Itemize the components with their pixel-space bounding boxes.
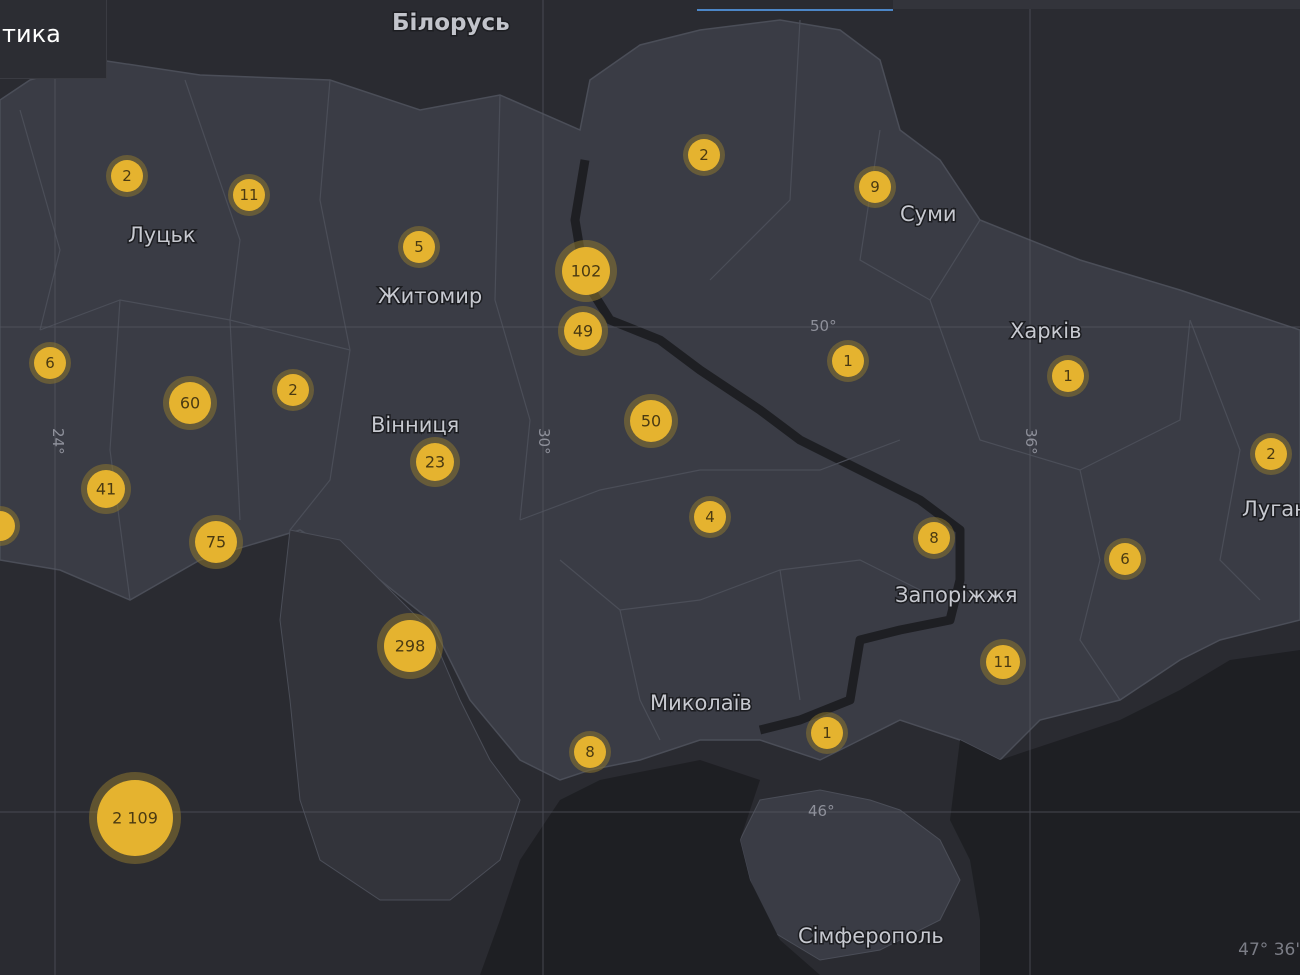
cluster-marker[interactable]: 1 (827, 340, 869, 382)
cluster-count: 102 (571, 262, 602, 281)
cluster-marker[interactable]: 4 (689, 496, 731, 538)
cluster-marker[interactable]: 2 (106, 155, 148, 197)
cluster-count: 60 (180, 394, 200, 413)
cluster-marker[interactable]: 50 (624, 394, 678, 448)
cluster-count: 6 (45, 354, 55, 372)
cluster-count: 8 (929, 529, 939, 547)
cluster-marker[interactable]: 75 (189, 515, 243, 569)
cluster-count: 4 (705, 508, 715, 526)
stats-panel[interactable]: тика (0, 0, 107, 79)
city-label-zhytomyr: Житомир (378, 284, 482, 308)
cluster-count: 298 (395, 637, 426, 656)
cluster-marker[interactable]: 41 (81, 464, 131, 514)
map-canvas[interactable]: 24° 30° 36° 50° 46° Білорусь Луцьк Житом… (0, 0, 1300, 975)
cluster-marker[interactable]: 8 (913, 517, 955, 559)
cluster-count: 50 (641, 412, 661, 431)
cluster-count: 2 (122, 167, 132, 185)
cluster-marker[interactable]: 5 (398, 226, 440, 268)
cluster-count: 5 (414, 238, 424, 256)
cluster-count: 1 (843, 352, 853, 370)
cluster-count: 41 (96, 480, 116, 499)
city-label-simferopol: Сімферополь (798, 924, 944, 948)
cluster-marker[interactable]: 2 (683, 134, 725, 176)
cluster-marker[interactable]: 8 (569, 731, 611, 773)
city-label-mykolaiv: Миколаїв (650, 691, 752, 715)
city-label-zaporizhzhia: Запоріжжя (895, 583, 1018, 607)
cluster-count: 2 (288, 381, 298, 399)
city-label-lutsk: Луцьк (128, 223, 196, 247)
cluster-marker[interactable]: 6 (1104, 538, 1146, 580)
cluster-marker[interactable]: 2 (1250, 433, 1292, 475)
cluster-count: 1 (822, 724, 832, 742)
country-label-belarus: Білорусь (392, 10, 510, 36)
coordinate-readout: 47° 36' (1238, 940, 1300, 960)
city-label-kharkiv: Харків (1010, 319, 1081, 343)
grid-label-lon36: 36° (1022, 428, 1040, 455)
cluster-count: 2 109 (112, 809, 158, 828)
cluster-marker[interactable]: 6 (29, 342, 71, 384)
cluster-count: 2 (1266, 445, 1276, 463)
cluster-marker[interactable]: 11 (228, 174, 270, 216)
city-label-luhansk: Луган (1242, 497, 1300, 521)
cluster-count: 11 (993, 653, 1012, 671)
grid-label-lat46: 46° (808, 802, 835, 820)
city-label-sumy: Суми (900, 202, 957, 226)
cluster-count: 9 (870, 178, 880, 196)
cluster-marker[interactable]: 60 (163, 376, 217, 430)
cluster-count: 75 (206, 533, 226, 552)
cluster-count: 2 (699, 146, 709, 164)
grid-label-lon24: 24° (49, 428, 67, 455)
cluster-count: 1 (1063, 367, 1073, 385)
panel-title: тика (2, 20, 61, 48)
cluster-marker[interactable]: 23 (410, 437, 460, 487)
cluster-marker[interactable]: 1 (1047, 355, 1089, 397)
city-label-vinnytsia: Вінниця (371, 413, 459, 437)
cluster-count: 8 (585, 743, 595, 761)
active-tab-indicator[interactable] (697, 0, 893, 11)
grid-label-lat50: 50° (810, 317, 837, 335)
cluster-count: 49 (573, 322, 593, 341)
cluster-count: 23 (425, 453, 445, 472)
cluster-marker[interactable]: 2 (272, 369, 314, 411)
cluster-marker[interactable]: 9 (854, 166, 896, 208)
cluster-count: 6 (1120, 550, 1130, 568)
cluster-marker[interactable]: 49 (558, 306, 608, 356)
cluster-count: 11 (239, 186, 258, 204)
grid-label-lon30: 30° (535, 428, 553, 455)
cluster-marker[interactable]: 11 (980, 639, 1026, 685)
cluster-marker[interactable]: 1 (806, 712, 848, 754)
cluster-marker[interactable]: 102 (555, 240, 617, 302)
tab-bar[interactable] (893, 0, 1300, 9)
cluster-marker[interactable]: 298 (377, 613, 443, 679)
cluster-marker[interactable]: 2 109 (89, 772, 181, 864)
